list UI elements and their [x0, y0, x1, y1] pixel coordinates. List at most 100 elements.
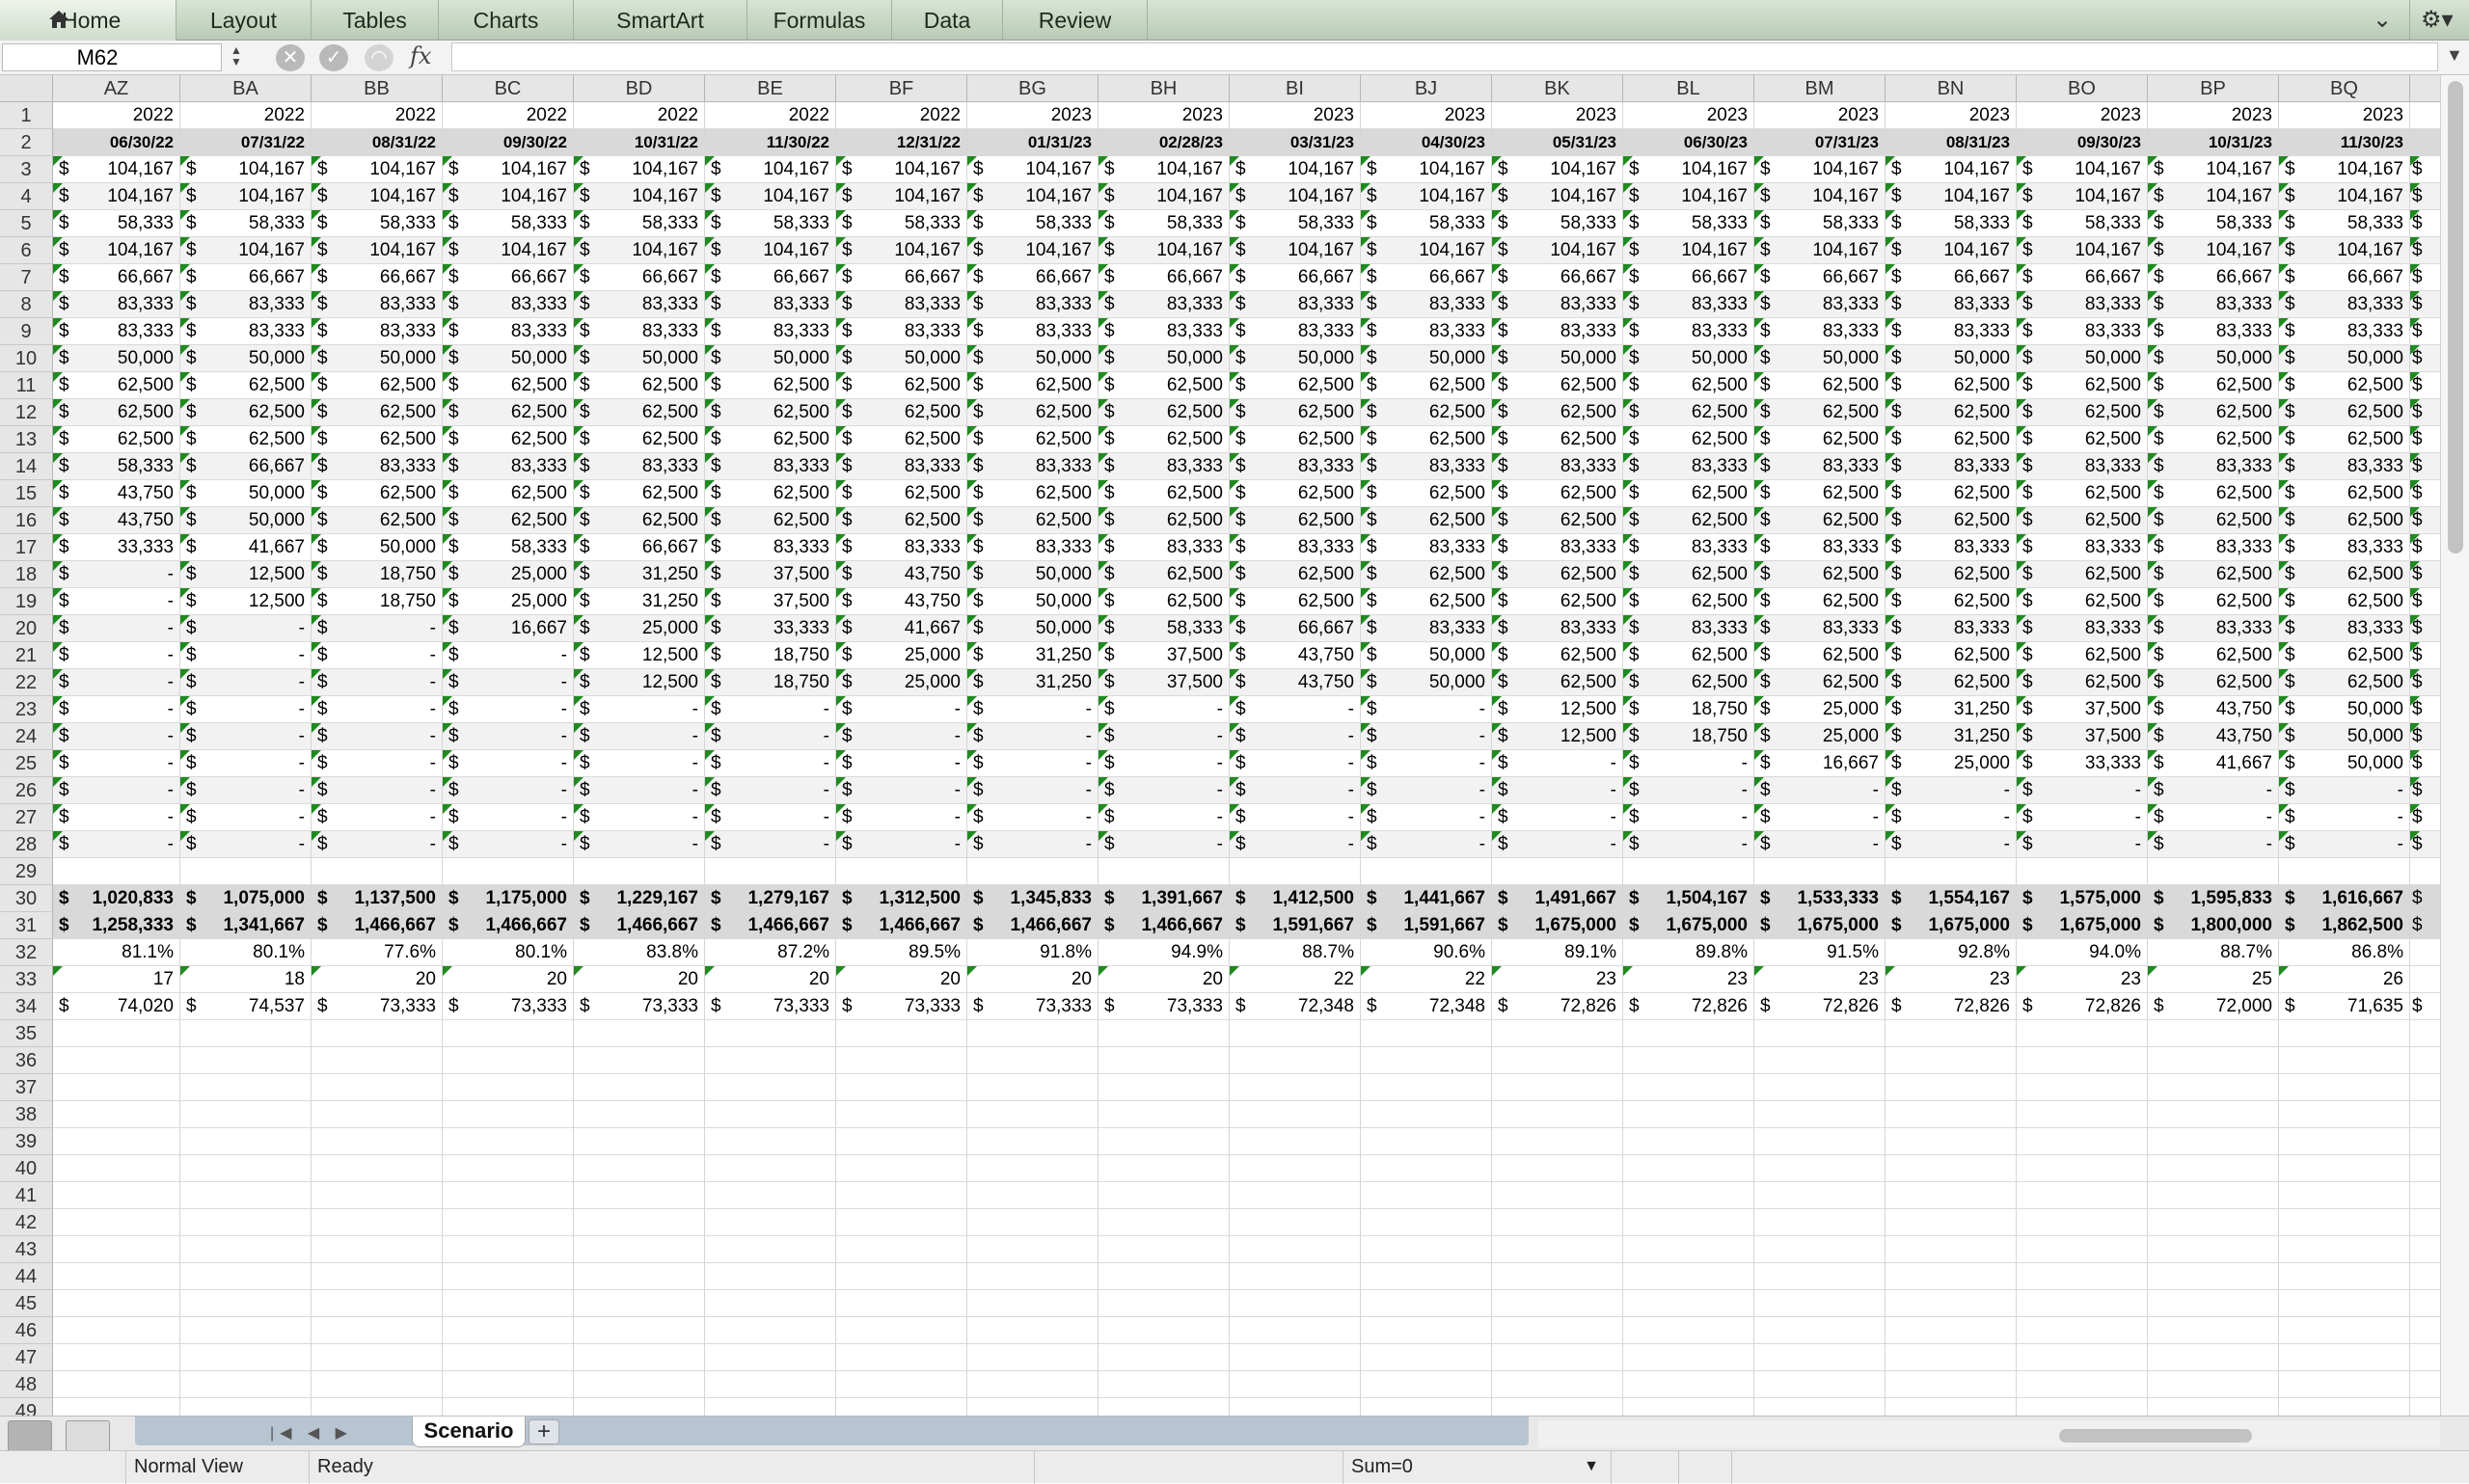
cell[interactable]: $62,500 — [1623, 561, 1754, 588]
cell[interactable]: $83,333 — [1099, 291, 1230, 318]
cell[interactable]: $1,466,667 — [967, 912, 1099, 939]
cell[interactable] — [1623, 1371, 1754, 1398]
cell[interactable]: $ - — [53, 588, 180, 615]
cell[interactable]: $62,500 — [1099, 372, 1230, 399]
cell[interactable]: $31,250 — [967, 669, 1099, 696]
cell[interactable] — [2410, 1209, 2440, 1236]
cell[interactable]: $62,500 — [53, 426, 180, 453]
cell[interactable] — [1230, 1128, 1361, 1155]
cell[interactable]: $83,333 — [1754, 318, 1886, 345]
cell[interactable]: $83,333 — [1099, 318, 1230, 345]
cell[interactable] — [2148, 1317, 2279, 1344]
cell[interactable] — [2148, 1155, 2279, 1182]
cell[interactable] — [312, 1236, 443, 1263]
cell[interactable]: $83,333 — [2148, 318, 2279, 345]
cell[interactable]: $ - — [967, 750, 1099, 777]
cell[interactable]: $83,333 — [2279, 318, 2410, 345]
cell[interactable]: $ — [2410, 885, 2440, 912]
cell[interactable]: $ - — [705, 777, 836, 804]
cell[interactable]: $66,667 — [1754, 264, 1886, 291]
cell[interactable]: $62,500 — [1230, 426, 1361, 453]
cell[interactable]: $ - — [1623, 831, 1754, 858]
cell[interactable]: $58,333 — [1623, 210, 1754, 237]
cell[interactable] — [1492, 1290, 1623, 1317]
cell[interactable]: $ - — [1623, 750, 1754, 777]
cell[interactable]: 10/31/23 — [2148, 129, 2279, 156]
cell[interactable]: $62,500 — [574, 507, 705, 534]
row-header[interactable]: 31 — [0, 912, 53, 939]
cell[interactable]: $50,000 — [2017, 345, 2148, 372]
cell[interactable]: 20 — [967, 966, 1099, 993]
cell[interactable] — [1099, 1209, 1230, 1236]
cell[interactable] — [53, 1371, 180, 1398]
cell[interactable]: $66,667 — [1623, 264, 1754, 291]
cell[interactable]: $104,167 — [1492, 237, 1623, 264]
cell[interactable]: $104,167 — [1623, 183, 1754, 210]
cell[interactable] — [1099, 1371, 1230, 1398]
cell[interactable]: $50,000 — [1754, 345, 1886, 372]
cell[interactable]: $1,345,833 — [967, 885, 1099, 912]
cell[interactable] — [1492, 1236, 1623, 1263]
cell[interactable]: $ - — [180, 669, 312, 696]
cell[interactable] — [2017, 1074, 2148, 1101]
cell[interactable]: 2023 — [1623, 102, 1754, 129]
row-header[interactable]: 16 — [0, 507, 53, 534]
cell[interactable]: 2022 — [705, 102, 836, 129]
cell[interactable]: $104,167 — [443, 183, 574, 210]
cell[interactable]: $62,500 — [2279, 588, 2410, 615]
cell[interactable]: $83,333 — [443, 318, 574, 345]
cell[interactable] — [312, 1101, 443, 1128]
cell[interactable]: $104,167 — [836, 183, 967, 210]
cell[interactable]: $83,333 — [2279, 615, 2410, 642]
cell[interactable]: 2023 — [1230, 102, 1361, 129]
cell[interactable] — [2279, 1128, 2410, 1155]
cell[interactable]: $62,500 — [574, 372, 705, 399]
cell[interactable]: $50,000 — [2279, 345, 2410, 372]
cell[interactable]: 06/30/22 — [53, 129, 180, 156]
row-header[interactable]: 14 — [0, 453, 53, 480]
formula-input[interactable] — [451, 42, 2438, 71]
cell[interactable] — [1361, 1398, 1492, 1416]
cell[interactable]: $62,500 — [967, 507, 1099, 534]
cell[interactable]: $83,333 — [2017, 453, 2148, 480]
cell[interactable]: $ - — [1361, 696, 1492, 723]
cell[interactable]: $62,500 — [2279, 669, 2410, 696]
cell[interactable]: $31,250 — [967, 642, 1099, 669]
cell[interactable]: $ - — [1492, 804, 1623, 831]
cell[interactable]: $ - — [574, 831, 705, 858]
cell[interactable] — [705, 1290, 836, 1317]
cell[interactable] — [574, 1101, 705, 1128]
cell[interactable] — [1886, 1344, 2017, 1371]
horizontal-scroll-thumb[interactable] — [2059, 1429, 2252, 1443]
cell[interactable] — [53, 1155, 180, 1182]
cell[interactable]: $1,533,333 — [1754, 885, 1886, 912]
cell[interactable] — [180, 1209, 312, 1236]
cell[interactable] — [2410, 1182, 2440, 1209]
cell[interactable]: $ - — [967, 696, 1099, 723]
cell[interactable] — [2279, 1398, 2410, 1416]
cell[interactable] — [180, 1263, 312, 1290]
row-header[interactable]: 25 — [0, 750, 53, 777]
cell[interactable]: 23 — [2017, 966, 2148, 993]
cell[interactable] — [1623, 1317, 1754, 1344]
tab-layout[interactable]: Layout — [176, 0, 312, 40]
cell[interactable] — [1886, 1128, 2017, 1155]
cell[interactable]: $62,500 — [1492, 399, 1623, 426]
cell[interactable]: 2023 — [2148, 102, 2279, 129]
cell[interactable] — [1099, 1290, 1230, 1317]
cell[interactable]: $ - — [312, 723, 443, 750]
cell[interactable] — [1230, 1236, 1361, 1263]
cell[interactable]: $50,000 — [53, 345, 180, 372]
cell[interactable]: 94.0% — [2017, 939, 2148, 966]
cell[interactable]: $62,500 — [1492, 561, 1623, 588]
cell[interactable]: $ - — [443, 642, 574, 669]
cell[interactable] — [2148, 1263, 2279, 1290]
cell[interactable]: $62,500 — [1623, 480, 1754, 507]
cell[interactable]: $62,500 — [1099, 561, 1230, 588]
cell[interactable]: 25 — [2148, 966, 2279, 993]
cell[interactable]: $83,333 — [1886, 291, 2017, 318]
row-header[interactable]: 29 — [0, 858, 53, 885]
cell[interactable]: $62,500 — [443, 507, 574, 534]
cell[interactable]: $ - — [705, 723, 836, 750]
cell[interactable]: $58,333 — [1492, 210, 1623, 237]
